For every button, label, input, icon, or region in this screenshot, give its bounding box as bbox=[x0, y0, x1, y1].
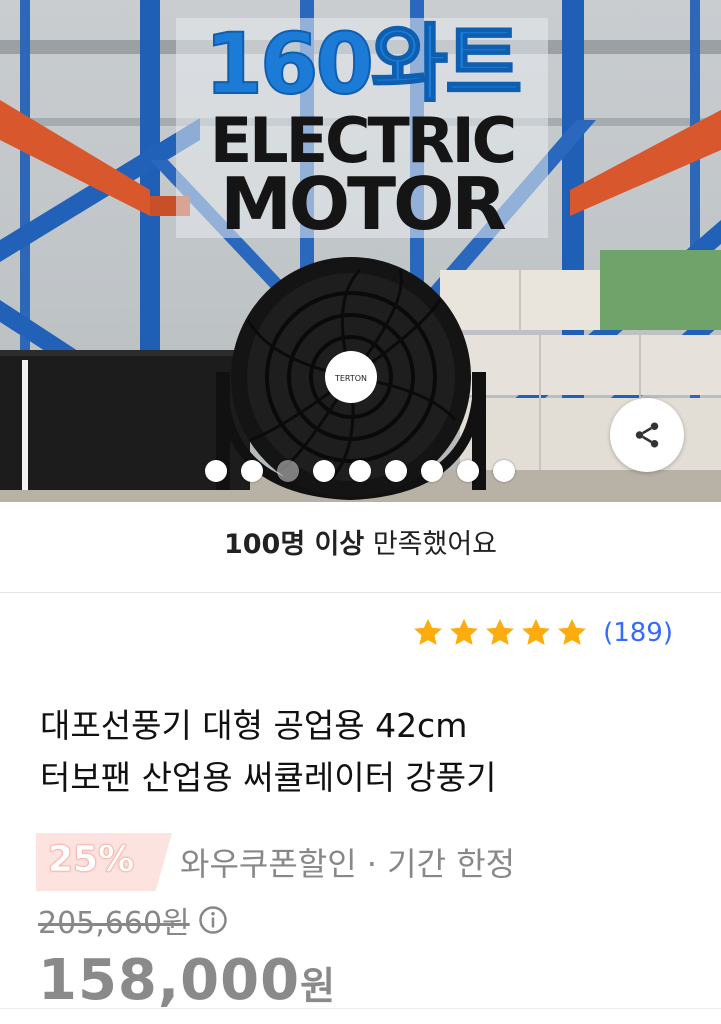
share-button[interactable] bbox=[610, 398, 684, 472]
carousel-dot[interactable] bbox=[349, 460, 371, 482]
carousel-dot[interactable] bbox=[385, 460, 407, 482]
divider bbox=[0, 1008, 721, 1009]
discount-badge: 25% bbox=[36, 833, 172, 891]
sale-price-unit: 원 bbox=[300, 964, 337, 1008]
satisfaction-banner: 100명 이상 만족했어요 bbox=[0, 522, 721, 561]
review-count-link[interactable]: (189) bbox=[603, 618, 673, 648]
star-icon bbox=[486, 618, 514, 645]
discount-label: 와우쿠폰할인 · 기간 한정 bbox=[180, 845, 516, 883]
discount-rate: 25% bbox=[48, 839, 135, 881]
carousel-dot[interactable] bbox=[277, 460, 299, 482]
carousel-dot[interactable] bbox=[241, 460, 263, 482]
discount-row: 25% 와우쿠폰할인 · 기간 한정 bbox=[36, 832, 515, 892]
sale-price-number: 158,000 bbox=[38, 948, 301, 1013]
share-icon bbox=[635, 422, 659, 448]
banner-motor: MOTOR bbox=[220, 162, 507, 246]
original-price: 205,660원 bbox=[38, 906, 190, 941]
star-icon bbox=[450, 618, 478, 645]
product-image[interactable]: TERTON 160와트 ELECTRIC MOTOR bbox=[0, 0, 721, 502]
info-icon[interactable] bbox=[198, 905, 228, 935]
rating-summary[interactable]: (189) bbox=[411, 616, 673, 650]
carousel-dot[interactable] bbox=[421, 460, 443, 482]
original-price-row: 205,660원 bbox=[38, 898, 228, 942]
star-icon bbox=[414, 618, 442, 645]
carousel-dot[interactable] bbox=[205, 460, 227, 482]
carousel-dot[interactable] bbox=[493, 460, 515, 482]
satisfaction-text: 만족했어요 bbox=[364, 529, 498, 560]
sale-price: 158,000원 bbox=[38, 948, 336, 1013]
star-icon bbox=[558, 618, 586, 645]
carousel-dot[interactable] bbox=[457, 460, 479, 482]
star-rating bbox=[411, 616, 589, 650]
product-title-line2: 터보팬 산업용 써큘레이터 강풍기 bbox=[40, 758, 497, 797]
product-title-line1: 대포선풍기 대형 공업용 42cm bbox=[40, 706, 468, 745]
product-title: 대포선풍기 대형 공업용 42cm 터보팬 산업용 써큘레이터 강풍기 bbox=[40, 700, 690, 804]
carousel-indicator bbox=[205, 460, 515, 482]
carousel-dot[interactable] bbox=[313, 460, 335, 482]
star-icon bbox=[522, 618, 550, 645]
divider bbox=[0, 592, 721, 593]
satisfaction-count: 100명 이상 bbox=[223, 529, 365, 560]
promo-banner: 160와트 ELECTRIC MOTOR bbox=[176, 15, 548, 246]
svg-text:TERTON: TERTON bbox=[334, 374, 367, 383]
banner-wattage: 160와트 bbox=[204, 15, 524, 113]
